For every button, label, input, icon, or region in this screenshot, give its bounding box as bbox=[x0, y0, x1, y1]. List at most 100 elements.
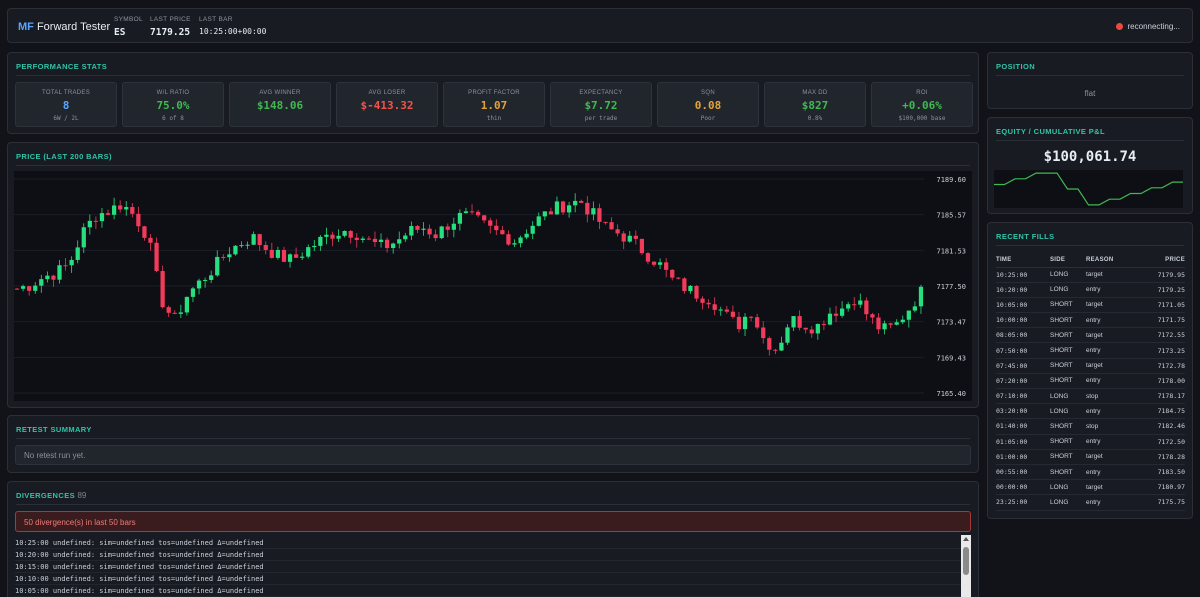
fill-row: 03:20:00 LONG entry 7184.75 bbox=[996, 403, 1185, 420]
candle-body bbox=[136, 213, 141, 227]
candle-body bbox=[184, 296, 190, 313]
candle-body bbox=[433, 234, 438, 239]
divergence-line: 10:15:00 undefined: sim=undefined tos=un… bbox=[15, 561, 965, 573]
fill-side: LONG bbox=[1050, 479, 1086, 496]
candle-body bbox=[639, 238, 645, 254]
candle-body bbox=[906, 310, 911, 320]
candle-body bbox=[287, 254, 293, 262]
candle-body bbox=[803, 327, 808, 330]
candle-body bbox=[281, 250, 287, 262]
fill-row: 00:00:00 LONG target 7180.97 bbox=[996, 479, 1185, 496]
fill-reason: target bbox=[1086, 479, 1138, 496]
stat-card-sub: $100,000 base bbox=[898, 115, 946, 122]
scroll-thumb[interactable] bbox=[963, 547, 969, 575]
candle-body bbox=[190, 288, 196, 297]
candle-body bbox=[312, 245, 317, 248]
last-bar-stat: LAST BAR 10:25:00+00:00 bbox=[199, 16, 266, 36]
divergences-count: 89 bbox=[77, 491, 87, 500]
divergence-log[interactable]: 10:25:00 undefined: sim=undefined tos=un… bbox=[15, 537, 965, 597]
fill-side: SHORT bbox=[1050, 373, 1086, 390]
candlestick-chart[interactable]: 7189.60 7185.57 7181.53 7177.50 7173.47 7169.… bbox=[14, 171, 972, 401]
candle-body bbox=[275, 250, 281, 258]
performance-title: PERFORMANCE STATS bbox=[16, 62, 108, 71]
candle-body bbox=[409, 226, 414, 236]
candle-body bbox=[154, 242, 159, 272]
fill-reason: entry bbox=[1086, 403, 1138, 420]
fill-price: 7171.05 bbox=[1138, 297, 1185, 314]
candle-body bbox=[876, 317, 881, 330]
stat-card-value: +0.06% bbox=[902, 99, 942, 112]
fill-row: 10:00:00 SHORT entry 7171.75 bbox=[996, 312, 1185, 329]
candle-body bbox=[761, 327, 766, 339]
stat-card-label: AVG LOSER bbox=[368, 90, 406, 96]
candle-body bbox=[209, 275, 214, 280]
position-panel: POSITION flat bbox=[987, 52, 1193, 109]
stat-card-sub: 0.8% bbox=[807, 115, 823, 122]
candle-body bbox=[494, 225, 499, 231]
candlestick-svg[interactable]: 7189.60 7185.57 7181.53 7177.50 7173.47 7169.… bbox=[14, 171, 972, 401]
fill-price: 7178.28 bbox=[1138, 449, 1185, 465]
candle-body bbox=[579, 200, 584, 203]
fill-reason: target bbox=[1086, 297, 1138, 314]
y-tick-label: 7181.53 bbox=[936, 247, 966, 255]
candle-body bbox=[827, 313, 833, 325]
candle-body bbox=[227, 254, 232, 258]
scroll-up-arrow-icon[interactable] bbox=[963, 537, 969, 541]
candle-body bbox=[912, 306, 918, 311]
candle-body bbox=[421, 228, 426, 230]
candle-body bbox=[858, 300, 863, 305]
fill-time: 07:20:00 bbox=[996, 373, 1050, 390]
candle-body bbox=[391, 243, 396, 249]
candle-body bbox=[142, 226, 147, 238]
divergence-line: 10:05:00 undefined: sim=undefined tos=un… bbox=[15, 585, 965, 597]
price-chart-title: PRICE (LAST 200 BARS) bbox=[16, 152, 112, 161]
fill-side: SHORT bbox=[1050, 327, 1086, 344]
stat-card-value: $827 bbox=[801, 99, 829, 112]
fill-row: 01:00:00 SHORT target 7178.28 bbox=[996, 449, 1185, 465]
fill-row: 07:10:00 LONG stop 7178.17 bbox=[996, 388, 1185, 405]
fill-row: 23:25:00 LONG entry 7175.75 bbox=[996, 494, 1185, 511]
stat-card-sub: thin bbox=[486, 115, 502, 122]
candle-body bbox=[463, 211, 469, 214]
fill-side: LONG bbox=[1050, 267, 1086, 283]
candle-body bbox=[475, 211, 481, 216]
equity-title: EQUITY / CUMULATIVE P&L bbox=[996, 127, 1105, 136]
y-tick-label: 7177.50 bbox=[936, 283, 966, 291]
candle-body bbox=[233, 245, 238, 255]
fill-row: 10:20:00 LONG entry 7179.25 bbox=[996, 282, 1185, 298]
candle-body bbox=[742, 316, 748, 330]
fill-row: 10:05:00 SHORT target 7171.05 bbox=[996, 297, 1185, 314]
candle-body bbox=[700, 298, 705, 303]
candle-body bbox=[833, 313, 839, 316]
stat-card-value: $7.72 bbox=[584, 99, 618, 112]
last-bar-value: 10:25:00+00:00 bbox=[199, 27, 267, 36]
stat-card-value: 75.0% bbox=[156, 99, 190, 112]
candle-body bbox=[63, 265, 68, 267]
candle-body bbox=[384, 239, 390, 249]
fill-time: 03:20:00 bbox=[996, 403, 1050, 420]
candle-body bbox=[300, 256, 305, 258]
stat-card: TOTAL TRADES 8 6W / 2L bbox=[15, 82, 117, 127]
fill-side: LONG bbox=[1050, 388, 1086, 405]
candle-body bbox=[676, 277, 681, 279]
connection-status: reconnecting... bbox=[1115, 22, 1180, 31]
candle-body bbox=[245, 244, 250, 246]
candle-body bbox=[45, 275, 50, 280]
candle-body bbox=[894, 322, 899, 325]
candle-body bbox=[657, 262, 663, 265]
candle-body bbox=[779, 342, 784, 351]
fill-side: SHORT bbox=[1050, 297, 1086, 314]
candle-body bbox=[221, 256, 226, 258]
fill-time: 10:05:00 bbox=[996, 297, 1050, 314]
candle-body bbox=[51, 275, 56, 280]
stat-card-value: 8 bbox=[62, 99, 70, 112]
candle-body bbox=[354, 237, 359, 240]
candle-body bbox=[111, 205, 117, 215]
candle-body bbox=[846, 304, 851, 309]
fill-row: 08:05:00 SHORT target 7172.55 bbox=[996, 327, 1185, 344]
stat-card-value: 0.08 bbox=[694, 99, 722, 112]
divergence-scrollbar[interactable] bbox=[961, 535, 971, 597]
candle-body bbox=[372, 238, 378, 242]
stat-card-label: SQN bbox=[701, 90, 715, 96]
candle-body bbox=[839, 308, 845, 316]
